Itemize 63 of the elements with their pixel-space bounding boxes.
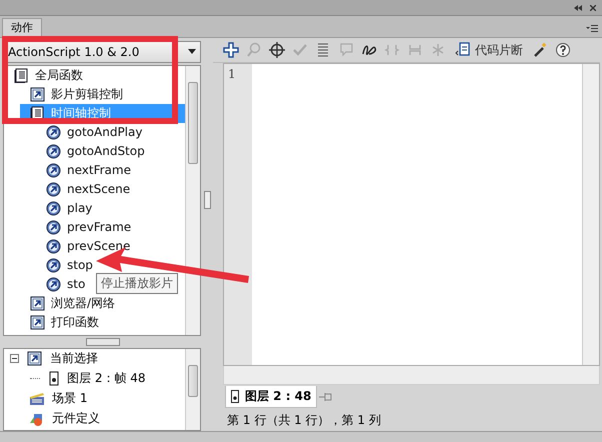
navigator-item[interactable]: 元件定义: [4, 408, 185, 429]
caret-icon: [188, 49, 196, 54]
arrow-square-icon: [30, 314, 45, 330]
navigator-item[interactable]: 场景 1: [4, 388, 185, 409]
arrow-square-icon: [27, 351, 42, 366]
tree-item[interactable]: 浏览器/网络: [20, 294, 185, 313]
status-text: 第 1 行（共 1 行），第 1 列: [226, 412, 382, 428]
arrow-circle-icon: [46, 200, 61, 216]
shapes-icon: [29, 411, 44, 426]
arrow-circle-icon: [46, 258, 61, 273]
arrow-circle-icon: [46, 220, 61, 235]
book-icon: [30, 106, 45, 121]
horizontal-scrollbar[interactable]: [223, 366, 600, 385]
pin-icon[interactable]: [319, 391, 334, 403]
arrow-circle-icon: [46, 162, 61, 178]
tree-item[interactable]: 影片剪辑控制: [20, 84, 185, 104]
document-icon: [455, 42, 471, 58]
splitter-handle[interactable]: [86, 338, 120, 346]
tree-item[interactable]: nextFrame: [36, 160, 185, 180]
arrow-circle-icon: [46, 276, 61, 292]
arrow-square-icon: [30, 86, 45, 102]
line-number: 1: [228, 67, 237, 81]
tree-item[interactable]: play: [36, 198, 185, 218]
script-editor[interactable]: 1: [223, 63, 600, 366]
tree-item[interactable]: 打印函数: [20, 312, 185, 332]
tree-item[interactable]: gotoAndPlay: [36, 122, 185, 142]
panel-menu-icon[interactable]: [586, 25, 598, 32]
add-icon[interactable]: [223, 42, 239, 58]
tooltip: 停止播放影片: [96, 273, 178, 294]
frame-icon: [231, 390, 239, 403]
search-icon[interactable]: [246, 42, 262, 58]
lines-icon[interactable]: [315, 42, 331, 58]
arrow-square-icon: [30, 296, 45, 311]
panel-tab[interactable]: 动作: [2, 18, 42, 37]
navigator-item[interactable]: 图层 2：帧 48: [4, 368, 185, 389]
arrow-circle-icon: [46, 238, 61, 254]
book-icon: [14, 68, 29, 83]
collapse-icon[interactable]: [574, 4, 582, 10]
navigator-item[interactable]: 当前选择: [4, 348, 185, 369]
arrow-circle-icon: [46, 124, 61, 140]
clapperboard-icon: [29, 391, 44, 406]
script-tab[interactable]: 图层 2 : 48: [225, 386, 318, 408]
check-icon[interactable]: [292, 42, 308, 58]
close-icon[interactable]: [590, 4, 596, 10]
crosshair-icon[interactable]: [269, 42, 285, 58]
wand-icon[interactable]: [532, 42, 548, 58]
comment-icon[interactable]: [338, 42, 354, 58]
asterisk-icon[interactable]: [430, 42, 446, 58]
tree-item[interactable]: gotoAndStop: [36, 142, 185, 161]
help-icon[interactable]: [555, 42, 571, 58]
tree-item[interactable]: prevFrame: [36, 218, 185, 237]
arrow-circle-icon: [46, 144, 61, 159]
tree-item[interactable]: 全局函数: [4, 66, 185, 85]
tree-item[interactable]: stop: [36, 256, 185, 275]
tree-item[interactable]: prevScene: [36, 236, 185, 256]
tree-item[interactable]: nextScene: [36, 180, 185, 199]
arrow-circle-icon: [46, 182, 61, 197]
collapse-icon[interactable]: [10, 354, 19, 364]
scrollbar[interactable]: [185, 348, 200, 430]
scrollbar[interactable]: [582, 64, 599, 365]
collapse-handle[interactable]: [204, 190, 210, 208]
scrollbar[interactable]: [185, 66, 200, 335]
code-snippets-button[interactable]: 代码片断: [453, 42, 525, 58]
